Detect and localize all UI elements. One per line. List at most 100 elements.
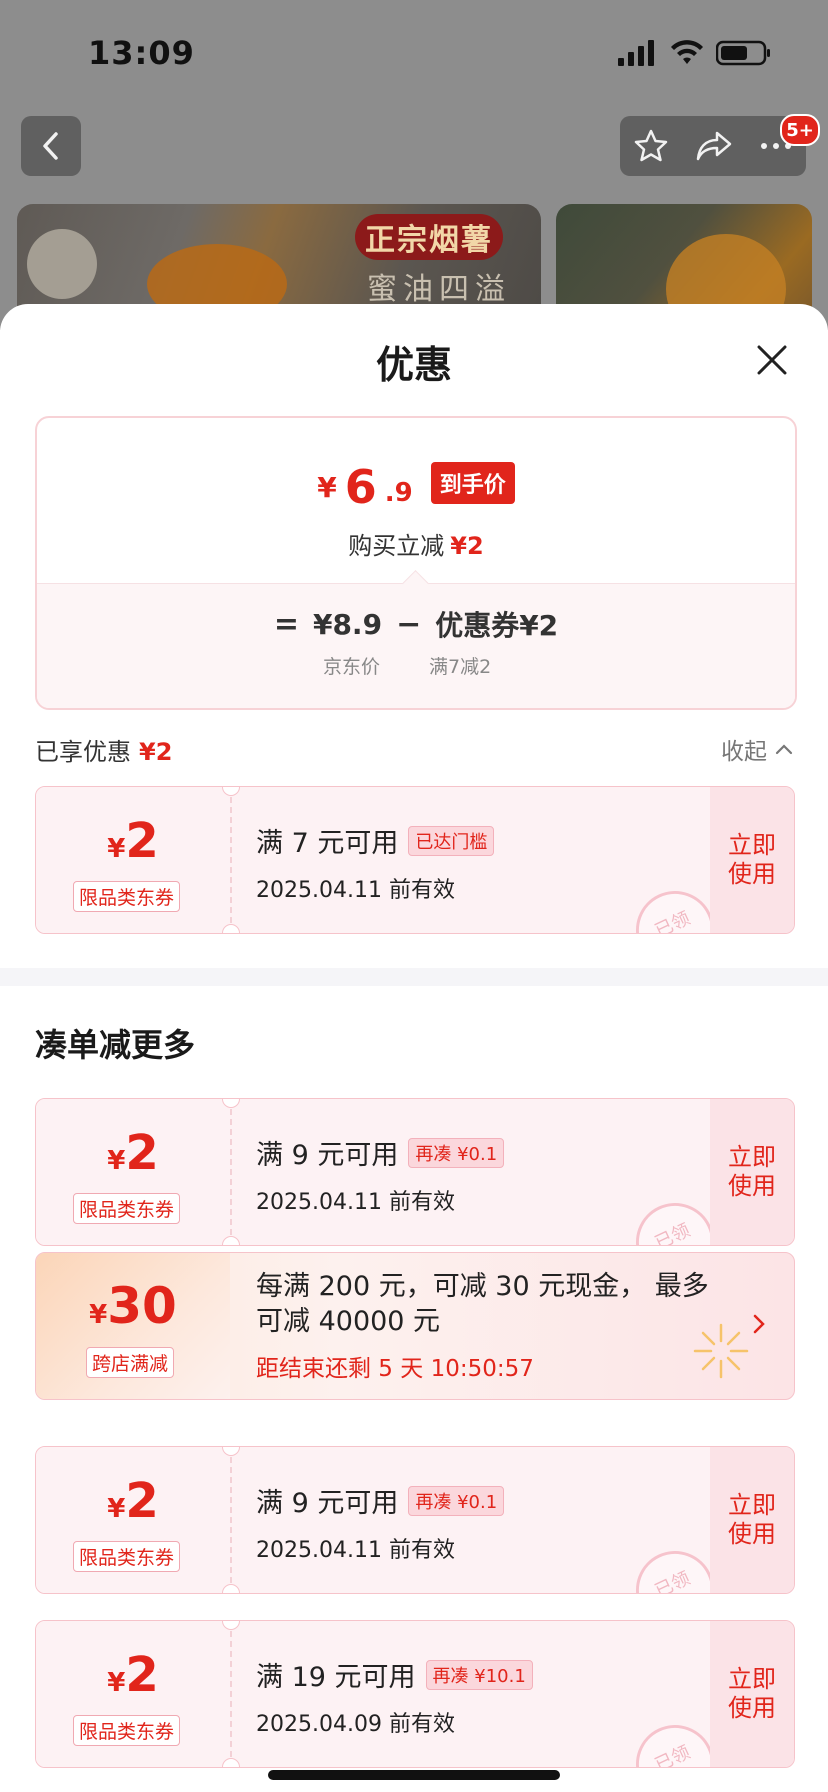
use-now-label-1: 立即 — [728, 1491, 776, 1520]
coupon-status-pill: 再凑 ¥0.1 — [408, 1485, 505, 1516]
coupon-currency: ¥ — [107, 1146, 126, 1176]
coupon-notch — [222, 1584, 240, 1593]
more-badge: 5+ — [780, 114, 820, 146]
top-action-group — [620, 116, 806, 176]
promo-details: 每满 200 元，可减 30 元现金， 最多可减 40000 元 距结束还剩 5… — [256, 1269, 726, 1383]
use-now-button[interactable]: 立即 使用 — [710, 787, 794, 933]
final-price: ¥ 6 .9 到手价 — [37, 462, 795, 510]
battery-icon — [716, 40, 770, 66]
coupon-value-area: ¥2 限品类东券 — [36, 1447, 232, 1593]
coupon-value: 2 — [125, 1647, 159, 1703]
coupon-notch — [222, 1758, 240, 1767]
enjoyed-label: 已享优惠 — [35, 738, 131, 766]
image-decor — [27, 229, 97, 299]
enjoyed-amount: ¥2 — [139, 738, 173, 766]
sheet-title: 优惠 — [375, 343, 452, 387]
coupon-card: ¥2 限品类东券 满 9 元可用 再凑 ¥0.1 2025.04.11 前有效 … — [35, 1098, 795, 1246]
back-button[interactable] — [21, 116, 81, 176]
coupon-value-area: ¥2 限品类东券 — [36, 1099, 232, 1245]
coupon-notch — [222, 1236, 240, 1245]
coupon-details: 满 19 元可用 再凑 ¥10.1 2025.04.09 前有效 — [256, 1655, 686, 1738]
promo-value-area: ¥30 跨店满减 — [36, 1253, 230, 1399]
coupon-validity: 2025.04.11 前有效 — [256, 1538, 455, 1563]
coupon-value-area: ¥2 限品类东券 — [36, 1621, 232, 1767]
final-price-badge: 到手价 — [430, 462, 515, 504]
formula-coupon: 优惠券¥2 — [435, 609, 559, 642]
coupon-condition: 满 19 元可用 再凑 ¥10.1 — [256, 1655, 686, 1694]
use-now-label-1: 立即 — [728, 1665, 776, 1694]
coupon-validity: 2025.04.09 前有效 — [256, 1712, 455, 1737]
coupon-value: 2 — [125, 1125, 159, 1181]
use-now-button[interactable]: 立即 使用 — [710, 1099, 794, 1245]
discount-sheet: 优惠 ¥ 6 .9 到手价 购买立减 ¥2 = ¥8.9 − 优惠券¥2 京东价 … — [0, 304, 828, 1792]
coupon-value: 2 — [125, 813, 159, 869]
signal-icon — [618, 40, 654, 66]
coupon-currency: ¥ — [107, 1494, 126, 1524]
price-currency: ¥ — [317, 471, 337, 504]
status-time: 13:09 — [88, 34, 195, 72]
coupon-condition: 满 9 元可用 再凑 ¥0.1 — [256, 1481, 686, 1520]
coupon-details: 满 9 元可用 再凑 ¥0.1 2025.04.11 前有效 — [256, 1133, 686, 1216]
coupon-rule-label: 满7减2 — [429, 656, 492, 678]
promo-value: 30 — [107, 1277, 177, 1335]
chevron-right-icon — [753, 1314, 765, 1334]
use-now-label-2: 使用 — [728, 1694, 776, 1722]
use-now-label-1: 立即 — [728, 831, 776, 860]
promo-type-badge: 跨店满减 — [86, 1347, 175, 1378]
chevron-up-icon — [775, 744, 793, 755]
coupon-amount: ¥2 — [36, 1129, 230, 1177]
banner-tag: 正宗烟薯 — [355, 214, 503, 260]
use-now-label-2: 使用 — [728, 1172, 776, 1200]
instant-discount-amount: ¥2 — [450, 532, 484, 560]
coupon-type-badge: 限品类东券 — [73, 881, 181, 912]
star-icon[interactable] — [633, 128, 669, 164]
coupon-condition-text: 满 9 元可用 — [256, 1140, 399, 1171]
collapse-button[interactable]: 收起 — [721, 732, 793, 766]
chevron-left-icon — [43, 132, 58, 160]
coupon-details: 满 9 元可用 再凑 ¥0.1 2025.04.11 前有效 — [256, 1481, 686, 1564]
coupon-condition-text: 满 9 元可用 — [256, 1488, 399, 1519]
wifi-icon — [671, 40, 703, 64]
use-now-label-1: 立即 — [728, 1143, 776, 1172]
price-decimal: .9 — [384, 478, 413, 508]
coupon-currency: ¥ — [107, 834, 126, 864]
section-divider — [0, 968, 828, 986]
price-formula: = ¥8.9 − 优惠券¥2 — [37, 604, 795, 644]
jd-price-label: 京东价 — [323, 656, 381, 678]
instant-discount-text: 购买立减 ¥2 — [37, 526, 795, 561]
use-now-label-2: 使用 — [728, 1520, 776, 1548]
coupon-card: ¥2 限品类东券 满 19 元可用 再凑 ¥10.1 2025.04.09 前有… — [35, 1620, 795, 1768]
coupon-condition: 满 9 元可用 再凑 ¥0.1 — [256, 1133, 686, 1172]
promo-currency: ¥ — [89, 1300, 108, 1330]
price-breakdown-area — [37, 583, 795, 708]
coupon-validity: 2025.04.11 前有效 — [256, 878, 455, 903]
promo-amount: ¥30 — [36, 1281, 230, 1331]
use-now-button[interactable]: 立即 使用 — [710, 1621, 794, 1767]
final-price-card: ¥ 6 .9 到手价 购买立减 ¥2 = ¥8.9 − 优惠券¥2 京东价 满7减… — [35, 416, 797, 710]
promo-countdown: 距结束还剩 5 天 10:50:57 — [256, 1356, 534, 1383]
home-indicator[interactable] — [268, 1770, 560, 1780]
collapse-label: 收起 — [721, 739, 767, 765]
cross-store-promo-card[interactable]: ¥30 跨店满减 每满 200 元，可减 30 元现金， 最多可减 40000 … — [35, 1252, 795, 1400]
coupon-status-pill: 再凑 ¥0.1 — [408, 1137, 505, 1168]
coupon-currency: ¥ — [107, 1668, 126, 1698]
promo-description: 每满 200 元，可减 30 元现金， 最多可减 40000 元 — [256, 1271, 709, 1338]
status-icons — [618, 40, 772, 66]
instant-discount-label: 购买立减 — [348, 532, 445, 560]
close-icon[interactable] — [754, 342, 790, 378]
coupon-value: 2 — [125, 1473, 159, 1529]
share-icon[interactable] — [695, 129, 733, 163]
coupon-card: ¥2 限品类东券 满 9 元可用 再凑 ¥0.1 2025.04.11 前有效 … — [35, 1446, 795, 1594]
formula-equals: = — [273, 606, 299, 642]
banner-subtitle: 蜜油四溢 — [367, 272, 511, 307]
coupon-status-pill: 再凑 ¥10.1 — [425, 1659, 533, 1690]
coupon-card: ¥2 限品类东券 满 7 元可用 已达门槛 2025.04.11 前有效 已领 … — [35, 786, 795, 934]
use-now-button[interactable]: 立即 使用 — [710, 1447, 794, 1593]
formula-jd-price: ¥8.9 — [312, 607, 383, 641]
coupon-type-badge: 限品类东券 — [73, 1541, 181, 1572]
coupon-amount: ¥2 — [36, 1477, 230, 1525]
coupon-condition: 满 7 元可用 已达门槛 — [256, 821, 686, 860]
coupon-type-badge: 限品类东券 — [73, 1715, 181, 1746]
use-now-label-2: 使用 — [728, 860, 776, 888]
coupon-validity: 2025.04.11 前有效 — [256, 1190, 455, 1215]
